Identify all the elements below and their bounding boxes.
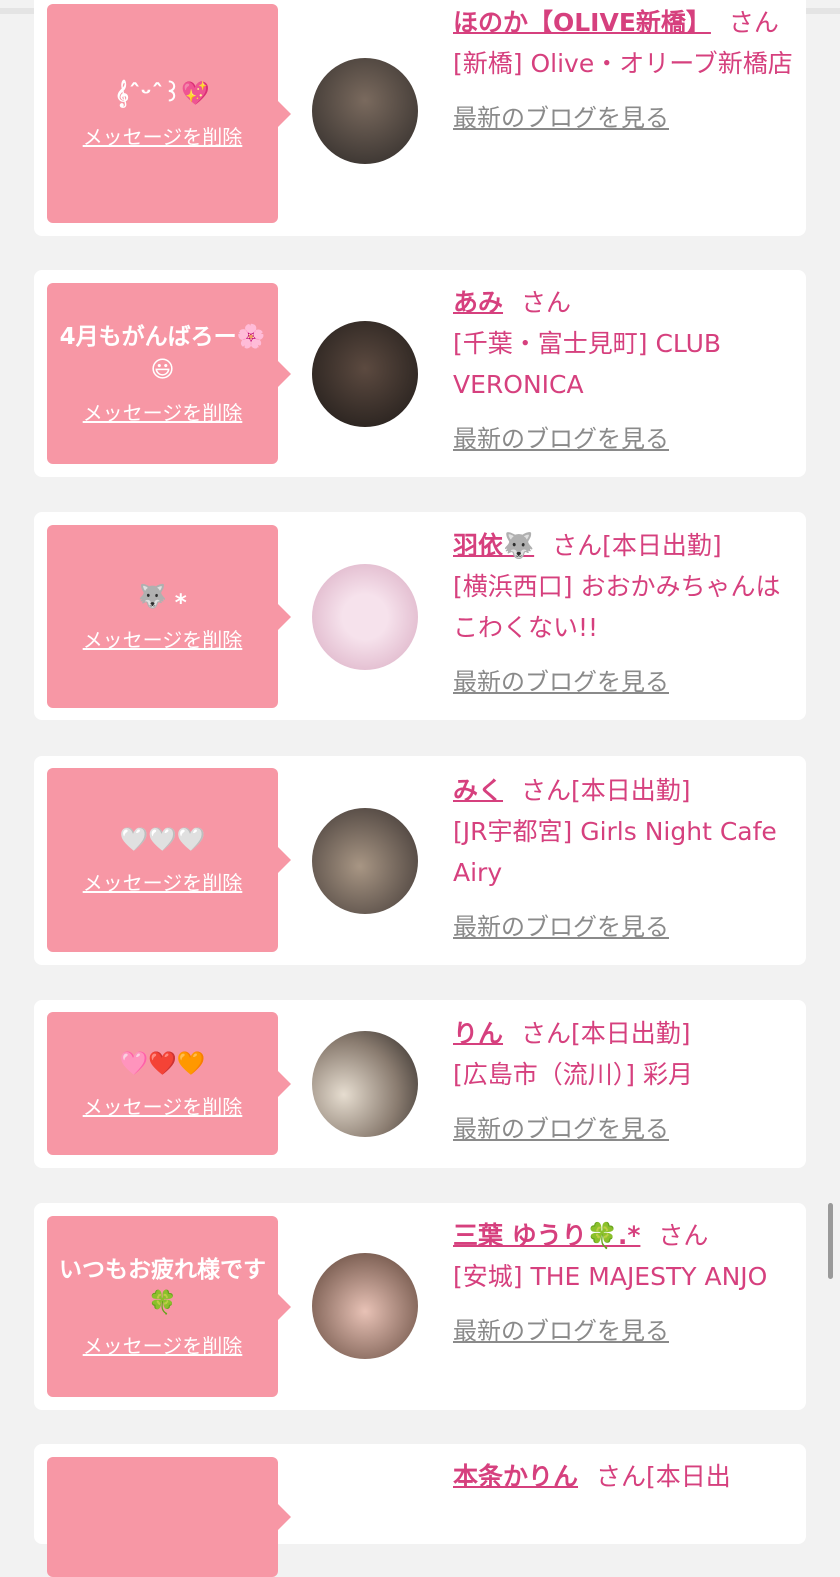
favorite-card: 🐺 ⁎ メッセージを削除 羽依🐺 さん[本日出勤] [横浜西口] おおかみちゃんは… xyxy=(34,512,806,720)
message-text: 4月もがんばろー🌸😃 xyxy=(59,324,266,383)
avatar[interactable] xyxy=(312,1031,418,1137)
avatar[interactable] xyxy=(312,1253,418,1359)
honorific: さん xyxy=(521,1019,572,1048)
avatar-image xyxy=(312,321,418,427)
avatar-image xyxy=(312,564,418,670)
favorite-card: 𝄞ˆᵕˆ꒱💖 メッセージを削除 ほのか【OLIVE新橋】 さん [新橋] Oliv… xyxy=(34,0,806,236)
avatar-image xyxy=(312,58,418,164)
latest-blog-link[interactable]: 最新のブログを見る xyxy=(453,98,669,139)
status-label: [本日出勤] xyxy=(571,776,691,805)
avatar[interactable] xyxy=(312,564,418,670)
cast-name-link[interactable]: みく xyxy=(453,776,503,805)
honorific: さん xyxy=(728,8,779,37)
message-bubble: いつもお疲れ様です🍀 メッセージを削除 xyxy=(47,1216,291,1397)
cast-info: りん さん[本日出勤] [広島市（流川）] 彩月 最新のブログを見る xyxy=(453,1013,798,1150)
message-bubble: 4月もがんばろー🌸😃 メッセージを削除 xyxy=(47,283,291,464)
avatar[interactable] xyxy=(312,808,418,914)
message-bubble: 🐺 ⁎ メッセージを削除 xyxy=(47,525,291,708)
cast-info: ほのか【OLIVE新橋】 さん [新橋] Olive・オリーブ新橋店 最新のブログ… xyxy=(453,2,798,139)
cast-info: 本条かりん さん[本日出 xyxy=(453,1456,798,1497)
avatar[interactable] xyxy=(312,58,418,164)
message-text: 🤍🤍🤍 xyxy=(119,827,206,853)
delete-message-link[interactable]: メッセージを削除 xyxy=(83,121,243,150)
status-label: [本日出勤] xyxy=(571,1019,691,1048)
cast-info: 三葉 ゆうり🍀.* さん [安城] THE MAJESTY ANJO 最新のブログ… xyxy=(453,1215,798,1352)
cast-info: 羽依🐺 さん[本日出勤] [横浜西口] おおかみちゃんはこわくない!! 最新のブロ… xyxy=(453,525,798,703)
cast-name-link[interactable]: 三葉 ゆうり🍀.* xyxy=(453,1221,640,1250)
cast-info: みく さん[本日出勤] [JR宇都宮] Girls Night Cafe Airy… xyxy=(453,770,798,948)
shop-name: [千葉・富士見町] CLUB VERONICA xyxy=(453,329,722,399)
message-text: 🐺 ⁎ xyxy=(138,583,187,610)
message-bubble: 🩷❤️🧡 メッセージを削除 xyxy=(47,1012,291,1155)
avatar[interactable] xyxy=(312,321,418,427)
avatar-image xyxy=(312,808,418,914)
favorite-card: 🩷❤️🧡 メッセージを削除 りん さん[本日出勤] [広島市（流川）] 彩月 最新… xyxy=(34,1000,806,1168)
shop-name: [JR宇都宮] Girls Night Cafe Airy xyxy=(453,817,777,887)
scrollbar[interactable] xyxy=(828,1203,833,1279)
honorific: さん xyxy=(521,776,572,805)
status-label: [本日出勤] xyxy=(602,531,722,560)
shop-name: [横浜西口] おおかみちゃんはこわくない!! xyxy=(453,572,781,642)
status-label: [本日出 xyxy=(646,1462,731,1491)
delete-message-link[interactable]: メッセージを削除 xyxy=(83,867,243,896)
latest-blog-link[interactable]: 最新のブログを見る xyxy=(453,1109,669,1150)
latest-blog-link[interactable]: 最新のブログを見る xyxy=(453,907,669,948)
avatar-image xyxy=(312,1253,418,1359)
shop-name: [広島市（流川）] 彩月 xyxy=(453,1060,693,1089)
cast-name-link[interactable]: ほのか【OLIVE新橋】 xyxy=(453,8,711,37)
message-text: 𝄞ˆᵕˆ꒱💖 xyxy=(115,80,210,107)
favorite-card: 4月もがんばろー🌸😃 メッセージを削除 あみ さん [千葉・富士見町] CLUB … xyxy=(34,270,806,477)
cast-info: あみ さん [千葉・富士見町] CLUB VERONICA 最新のブログを見る xyxy=(453,282,798,460)
latest-blog-link[interactable]: 最新のブログを見る xyxy=(453,419,669,460)
cast-name-link[interactable]: 羽依🐺 xyxy=(453,531,534,560)
latest-blog-link[interactable]: 最新のブログを見る xyxy=(453,1311,669,1352)
delete-message-link[interactable]: メッセージを削除 xyxy=(83,624,243,653)
honorific: さん xyxy=(521,288,572,317)
message-bubble xyxy=(47,1457,291,1577)
favorite-card: 🤍🤍🤍 メッセージを削除 みく さん[本日出勤] [JR宇都宮] Girls Ni… xyxy=(34,756,806,965)
delete-message-link[interactable]: メッセージを削除 xyxy=(83,1091,243,1120)
honorific: さん xyxy=(658,1221,709,1250)
cast-name-link[interactable]: 本条かりん xyxy=(453,1462,578,1491)
favorite-card: いつもお疲れ様です🍀 メッセージを削除 三葉 ゆうり🍀.* さん [安城] THE… xyxy=(34,1203,806,1410)
delete-message-link[interactable]: メッセージを削除 xyxy=(83,1330,243,1359)
message-text: 🩷❤️🧡 xyxy=(119,1050,206,1077)
honorific: さん xyxy=(596,1462,647,1491)
shop-name: [新橋] Olive・オリーブ新橋店 xyxy=(453,49,793,78)
latest-blog-link[interactable]: 最新のブログを見る xyxy=(453,662,669,703)
cast-name-link[interactable]: りん xyxy=(453,1019,503,1048)
message-text: いつもお疲れ様です🍀 xyxy=(59,1257,266,1316)
honorific: さん xyxy=(552,531,603,560)
avatar-image xyxy=(312,1031,418,1137)
favorite-card: 本条かりん さん[本日出 xyxy=(34,1444,806,1577)
delete-message-link[interactable]: メッセージを削除 xyxy=(83,397,243,426)
message-bubble: 🤍🤍🤍 メッセージを削除 xyxy=(47,768,291,952)
cast-name-link[interactable]: あみ xyxy=(453,288,503,317)
shop-name: [安城] THE MAJESTY ANJO xyxy=(453,1262,768,1291)
message-bubble: 𝄞ˆᵕˆ꒱💖 メッセージを削除 xyxy=(47,4,291,223)
